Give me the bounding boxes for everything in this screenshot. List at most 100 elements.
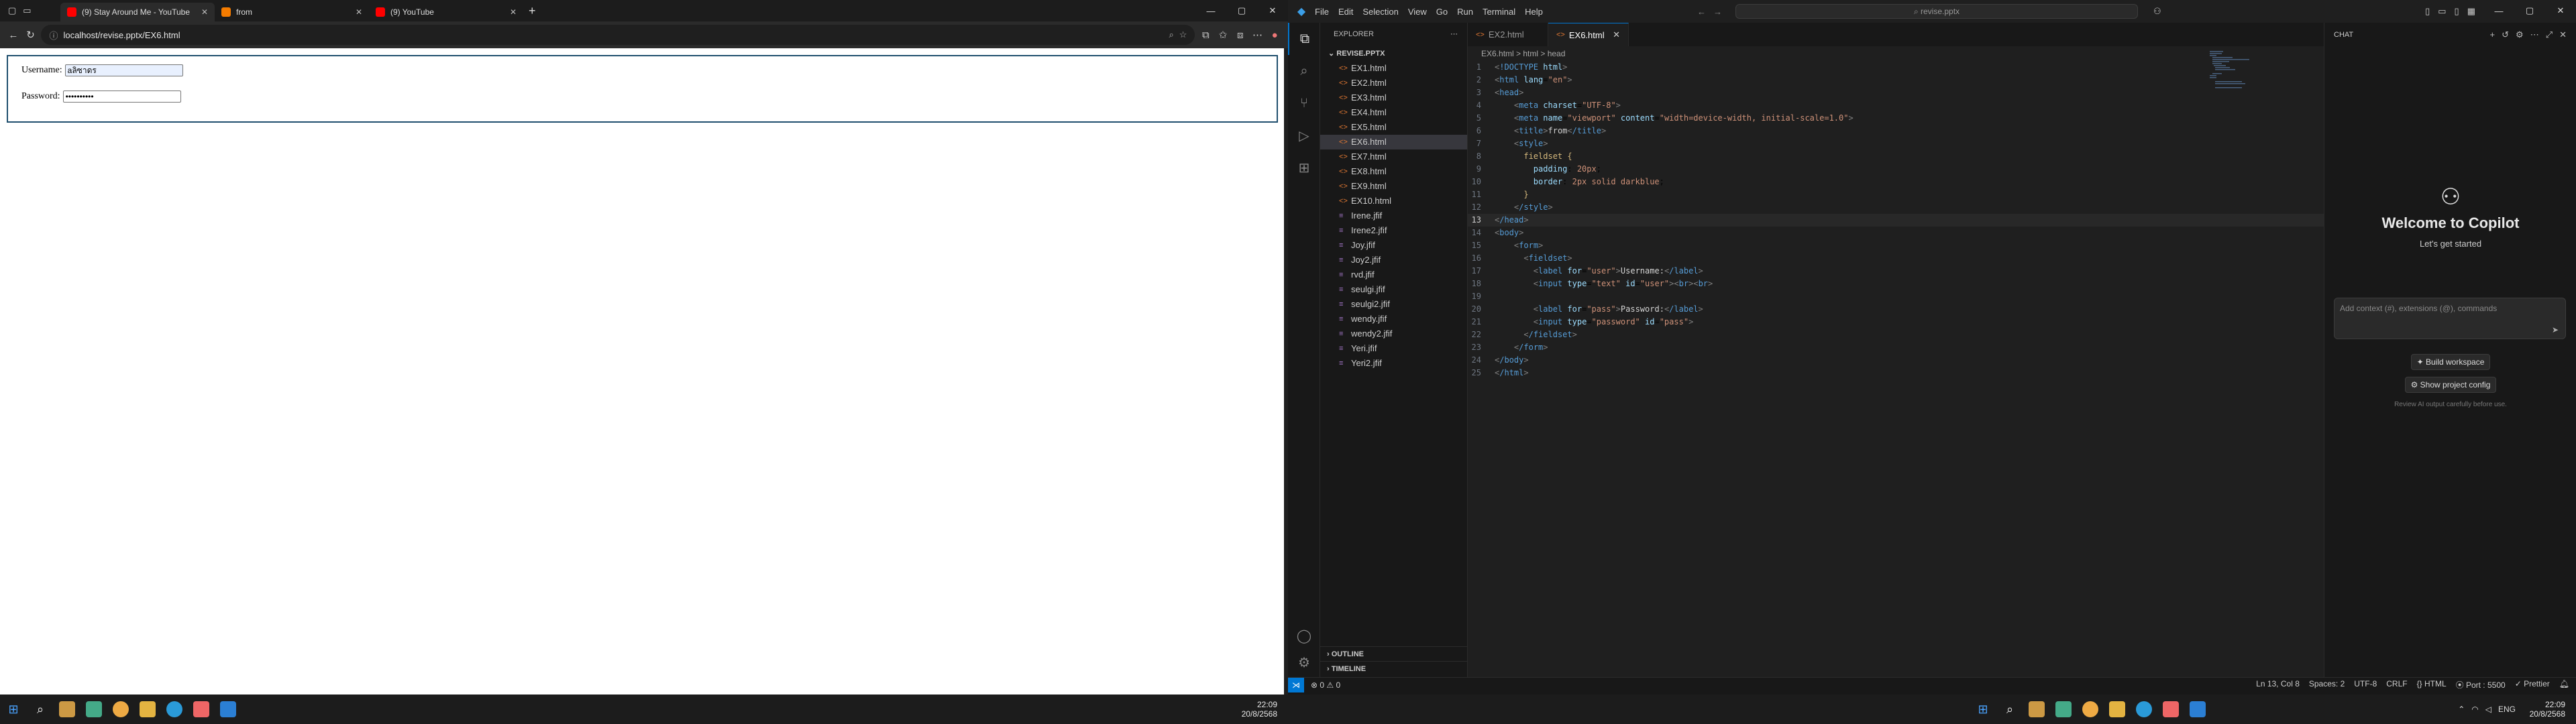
- code-line[interactable]: 18 <input type="text" id="user"><br><br>: [1468, 278, 2324, 290]
- wifi-icon[interactable]: ◠: [2471, 705, 2478, 714]
- code-line[interactable]: 5 <meta name="viewport" content="width=d…: [1468, 112, 2324, 125]
- source-control-icon[interactable]: ⑂: [1288, 87, 1320, 119]
- file-item[interactable]: <> EX7.html: [1320, 149, 1467, 164]
- taskbar-app[interactable]: [80, 695, 107, 724]
- code-line[interactable]: 23 </form>: [1468, 341, 2324, 354]
- code-line[interactable]: 10 border: 2px solid darkblue;: [1468, 176, 2324, 188]
- timeline-section[interactable]: › TIMELINE: [1320, 661, 1468, 676]
- taskbar-app[interactable]: [2104, 695, 2131, 724]
- code-line[interactable]: 12 </style>: [1468, 201, 2324, 214]
- build-workspace-button[interactable]: ✦ Build workspace: [2410, 354, 2491, 370]
- nav-forward-icon[interactable]: →: [1713, 7, 1722, 17]
- taskbar-search[interactable]: ⌕: [1996, 695, 2023, 724]
- collections-icon[interactable]: ⧈: [1234, 29, 1247, 41]
- code-line[interactable]: 13 </head>: [1468, 214, 2324, 227]
- extensions-icon[interactable]: ⧉: [1199, 29, 1212, 41]
- nav-back-icon[interactable]: ←: [1697, 7, 1706, 17]
- history-icon[interactable]: ↺: [2502, 29, 2509, 40]
- copilot-menu-icon[interactable]: ⚇: [2153, 6, 2161, 17]
- settings-gear-icon[interactable]: ⚙: [1288, 646, 1320, 678]
- code-line[interactable]: 2 <html lang="en">: [1468, 74, 2324, 86]
- browser-tab[interactable]: (9) Stay Around Me - YouTube ✕: [60, 3, 215, 21]
- indentation[interactable]: Spaces: 2: [2309, 679, 2345, 690]
- line-endings[interactable]: CRLF: [2386, 679, 2407, 690]
- maximize-icon[interactable]: ▢: [2514, 5, 2545, 16]
- profile-icon[interactable]: ▢: [8, 5, 16, 16]
- favorites-icon[interactable]: ✩: [1216, 29, 1230, 41]
- taskbar-app[interactable]: [2023, 695, 2050, 724]
- more-actions-icon[interactable]: ⋯: [1450, 23, 1458, 46]
- close-tab-icon[interactable]: ✕: [510, 7, 517, 17]
- file-item[interactable]: <> EX10.html: [1320, 194, 1467, 208]
- file-item[interactable]: <> EX6.html: [1320, 135, 1467, 149]
- close-window-icon[interactable]: ✕: [2545, 5, 2576, 16]
- code-line[interactable]: 14 <body>: [1468, 227, 2324, 239]
- browser-tab[interactable]: (9) YouTube ✕: [369, 3, 523, 21]
- code-line[interactable]: 1 <!DOCTYPE html>: [1468, 61, 2324, 74]
- taskbar-app[interactable]: [161, 695, 188, 724]
- code-line[interactable]: 7 <style>: [1468, 137, 2324, 150]
- taskbar-app[interactable]: [2131, 695, 2157, 724]
- minimize-icon[interactable]: —: [2483, 6, 2514, 16]
- close-tab-icon[interactable]: ✕: [201, 7, 208, 17]
- code-line[interactable]: 11 }: [1468, 188, 2324, 201]
- menu-item-selection[interactable]: Selection: [1362, 7, 1398, 17]
- command-center-search[interactable]: ⌕ revise.pptx: [1735, 4, 2138, 19]
- toggle-secondary-sidebar-icon[interactable]: ▯: [2455, 6, 2459, 17]
- file-item[interactable]: ≡ Joy.jfif: [1320, 238, 1467, 253]
- file-item[interactable]: ≡ Irene.jfif: [1320, 208, 1467, 223]
- clock[interactable]: 22:09 20/8/2568: [1242, 695, 1277, 724]
- prettier-status[interactable]: ✓ Prettier: [2515, 679, 2550, 690]
- breadcrumb[interactable]: EX6.html > html > head: [1468, 46, 2324, 61]
- taskbar-search[interactable]: ⌕: [27, 695, 54, 724]
- code-line[interactable]: 9 padding: 20px;: [1468, 163, 2324, 176]
- favorite-star-icon[interactable]: ☆: [1179, 29, 1187, 40]
- editor-tab[interactable]: <> EX6.html ✕: [1548, 23, 1629, 46]
- code-line[interactable]: 20 <label for="pass">Password:</label>: [1468, 303, 2324, 316]
- close-tab-icon[interactable]: ✕: [1613, 29, 1620, 40]
- taskbar-app[interactable]: [188, 695, 215, 724]
- taskbar-app[interactable]: [2050, 695, 2077, 724]
- search-icon[interactable]: ⌕: [1288, 55, 1320, 87]
- start-button[interactable]: ⊞: [1970, 695, 1996, 724]
- copilot-icon[interactable]: ●: [1268, 29, 1281, 41]
- file-item[interactable]: ≡ Yeri2.jfif: [1320, 356, 1467, 371]
- menu-item-edit[interactable]: Edit: [1338, 7, 1353, 17]
- close-tab-icon[interactable]: ✕: [356, 7, 362, 17]
- file-item[interactable]: ≡ wendy2.jfif: [1320, 326, 1467, 341]
- chat-input[interactable]: Add context (#), extensions (@), command…: [2334, 298, 2566, 339]
- menu-item-file[interactable]: File: [1315, 7, 1329, 17]
- toggle-panel-icon[interactable]: ▭: [2438, 6, 2446, 17]
- taskbar-app[interactable]: [2157, 695, 2184, 724]
- language-mode[interactable]: {} HTML: [2417, 679, 2447, 690]
- browser-tab[interactable]: from ✕: [215, 3, 369, 21]
- minimize-icon[interactable]: —: [1195, 6, 1226, 16]
- file-item[interactable]: <> EX1.html: [1320, 61, 1467, 76]
- notifications-icon[interactable]: 🔔︎: [2559, 679, 2569, 690]
- cursor-position[interactable]: Ln 13, Col 8: [2256, 679, 2300, 690]
- tray-chevron-icon[interactable]: ⌃: [2458, 705, 2465, 714]
- file-item[interactable]: ≡ seulgi2.jfif: [1320, 297, 1467, 312]
- editor-tab[interactable]: <> EX2.html: [1468, 23, 1548, 46]
- password-input[interactable]: ••••••••••: [62, 90, 181, 103]
- code-line[interactable]: 25 </html>: [1468, 367, 2324, 379]
- code-line[interactable]: 3 <head>: [1468, 86, 2324, 99]
- encoding[interactable]: UTF-8: [2354, 679, 2377, 690]
- file-item[interactable]: ≡ Yeri.jfif: [1320, 341, 1467, 356]
- taskbar-app[interactable]: [134, 695, 161, 724]
- file-item[interactable]: <> EX4.html: [1320, 105, 1467, 120]
- file-item[interactable]: <> EX9.html: [1320, 179, 1467, 194]
- file-item[interactable]: ≡ Joy2.jfif: [1320, 253, 1467, 267]
- new-chat-icon[interactable]: +: [2490, 29, 2496, 40]
- problems-status[interactable]: ⊗ 0 ⚠ 0: [1311, 680, 1340, 690]
- menu-item-view[interactable]: View: [1408, 7, 1427, 17]
- code-line[interactable]: 24 </body>: [1468, 354, 2324, 367]
- file-item[interactable]: <> EX8.html: [1320, 164, 1467, 179]
- maximize-icon[interactable]: ▢: [1226, 5, 1257, 16]
- taskbar-app[interactable]: [107, 695, 134, 724]
- code-line[interactable]: 22 </fieldset>: [1468, 328, 2324, 341]
- extensions-icon[interactable]: ⊞: [1288, 152, 1320, 184]
- file-item[interactable]: <> EX2.html: [1320, 76, 1467, 90]
- start-button[interactable]: ⊞: [0, 695, 27, 724]
- taskbar-app[interactable]: [2184, 695, 2211, 724]
